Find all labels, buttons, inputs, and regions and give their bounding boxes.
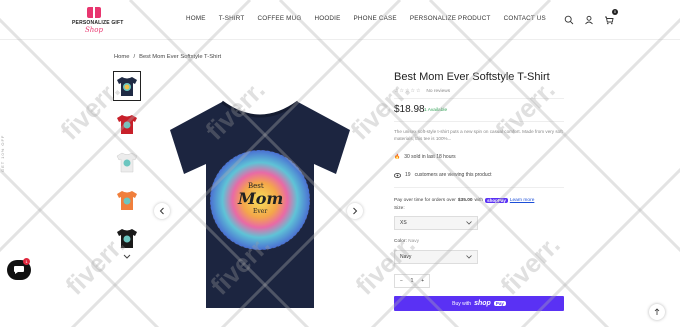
size-label-text: Size: xyxy=(394,206,405,211)
color-label-value: Navy xyxy=(408,239,420,244)
quantity-increase-button[interactable]: + xyxy=(421,278,424,284)
breadcrumb: Home / Best Mom Ever Softstyle T-Shirt xyxy=(114,54,221,60)
buy-with-shop-pay-button[interactable]: Buy with shop Pay xyxy=(394,296,564,311)
pay-later-notice: Pay over time for orders over $35.00 wit… xyxy=(394,198,534,203)
graphic-text-mom: Mom xyxy=(238,189,284,208)
chevron-down-icon xyxy=(466,255,472,259)
nav-item-home[interactable]: HOME xyxy=(186,15,206,22)
nav-item-phone-case[interactable]: PHONE CASE xyxy=(354,15,397,22)
breadcrumb-current: Best Mom Ever Softstyle T-Shirt xyxy=(139,54,222,60)
divider xyxy=(394,121,564,122)
color-label: Color: Navy xyxy=(394,239,419,244)
color-select[interactable]: Navy xyxy=(394,250,478,264)
cart-icon[interactable]: 0 xyxy=(604,9,618,25)
brand-subtitle: Shop xyxy=(85,26,103,34)
sold-text: 30 sold in last 18 hours xyxy=(404,154,456,160)
divider xyxy=(394,187,564,188)
fire-icon: 🔥 xyxy=(394,154,401,160)
size-select[interactable]: XS xyxy=(394,216,478,230)
buy-shop-logo: shop xyxy=(474,300,491,307)
chevron-right-icon xyxy=(353,207,358,215)
learn-more-link[interactable]: Learn more xyxy=(510,198,535,203)
shop-pay-mini-pay: Pay xyxy=(497,198,506,203)
size-selected-value: XS xyxy=(400,220,407,226)
color-selected-value: Navy xyxy=(400,254,412,260)
chevron-left-icon xyxy=(159,207,164,215)
color-label-text: Color: xyxy=(394,239,407,244)
thumbnail-navy[interactable] xyxy=(113,71,141,101)
viewing-text: customers are viewing this product xyxy=(414,172,492,178)
product-price: $18.98 xyxy=(394,104,425,115)
buy-prefix: Buy with xyxy=(452,300,472,307)
nav-item-personalize-product[interactable]: PERSONALIZE PRODUCT xyxy=(410,15,491,22)
brand-logo[interactable]: PERSONALIZE GIFT Shop xyxy=(72,7,123,37)
shop-pay-mini-shop: shop xyxy=(487,198,498,203)
nav-item-coffee-mug[interactable]: COFFEE MUG xyxy=(257,15,301,22)
chevron-down-icon[interactable] xyxy=(123,247,131,265)
star-icon: ☆ xyxy=(404,88,410,94)
eye-icon xyxy=(394,172,401,178)
nav-item-contact-us[interactable]: CONTACT US xyxy=(504,15,546,22)
arrow-up-icon xyxy=(654,308,660,315)
thumbnail-white[interactable] xyxy=(113,147,141,177)
rating-stars[interactable]: ☆ ☆ ☆ ☆ ☆ No reviews xyxy=(394,88,450,94)
review-count: No reviews xyxy=(426,88,451,94)
main-product-image: Best Mom Ever xyxy=(150,90,370,310)
thumbnail-orange[interactable] xyxy=(113,185,141,215)
shop-pay-logo: shopPay xyxy=(485,198,508,203)
star-icon: ☆ xyxy=(394,88,399,94)
graphic-text-ever: Ever xyxy=(253,208,268,215)
quantity-stepper: − 1 + xyxy=(394,274,430,288)
paylater-with: with xyxy=(474,198,484,203)
chat-badge: 1 xyxy=(23,258,30,265)
availability-badge: 1 Available xyxy=(424,108,448,113)
nav-item-hoodie[interactable]: HOODIE xyxy=(314,15,340,22)
next-image-button[interactable] xyxy=(347,203,363,219)
paylater-amount: $35.00 xyxy=(457,198,473,203)
divider xyxy=(394,98,564,99)
gift-icon xyxy=(87,7,101,18)
nav-item-t-shirt[interactable]: T-SHIRT xyxy=(219,15,245,22)
site-header: PERSONALIZE GIFT Shop HOME T-SHIRT COFFE… xyxy=(0,0,680,40)
search-icon[interactable] xyxy=(564,12,574,25)
chevron-down-icon xyxy=(466,221,472,225)
main-nav: HOME T-SHIRT COFFEE MUG HOODIE PHONE CAS… xyxy=(186,15,546,22)
thumbnail-red[interactable] xyxy=(113,109,141,139)
thumbnail-list xyxy=(113,71,143,261)
back-to-top-button[interactable] xyxy=(649,304,665,320)
star-icon: ☆ xyxy=(399,88,404,94)
header-icons: 0 xyxy=(564,9,618,25)
breadcrumb-separator: / xyxy=(133,54,136,60)
watermark-text: fiverr. xyxy=(494,229,566,301)
chat-icon xyxy=(14,266,24,274)
quantity-value[interactable]: 1 xyxy=(411,278,414,284)
user-icon[interactable] xyxy=(584,12,594,25)
viewing-notice: 19 customers are viewing this product xyxy=(394,172,492,178)
size-label: Size: XS xyxy=(394,206,405,211)
star-icon: ☆ xyxy=(410,88,415,94)
side-discount-tab[interactable]: GET 10% OFF xyxy=(0,135,5,172)
viewing-count: 19 xyxy=(405,172,411,178)
product-title: Best Mom Ever Softstyle T-Shirt xyxy=(394,71,550,83)
sold-count-notice: 🔥 30 sold in last 18 hours xyxy=(394,154,456,160)
star-icon: ☆ xyxy=(415,88,421,94)
cart-count-badge: 0 xyxy=(612,9,618,15)
quantity-decrease-button[interactable]: − xyxy=(400,278,403,284)
prev-image-button[interactable] xyxy=(154,203,170,219)
breadcrumb-home[interactable]: Home xyxy=(114,54,129,60)
buy-pay-logo: Pay xyxy=(493,301,506,306)
paylater-text: Pay over time for orders over xyxy=(394,198,456,203)
product-description: The unisex soft-style t-shirt puts a new… xyxy=(394,129,563,141)
